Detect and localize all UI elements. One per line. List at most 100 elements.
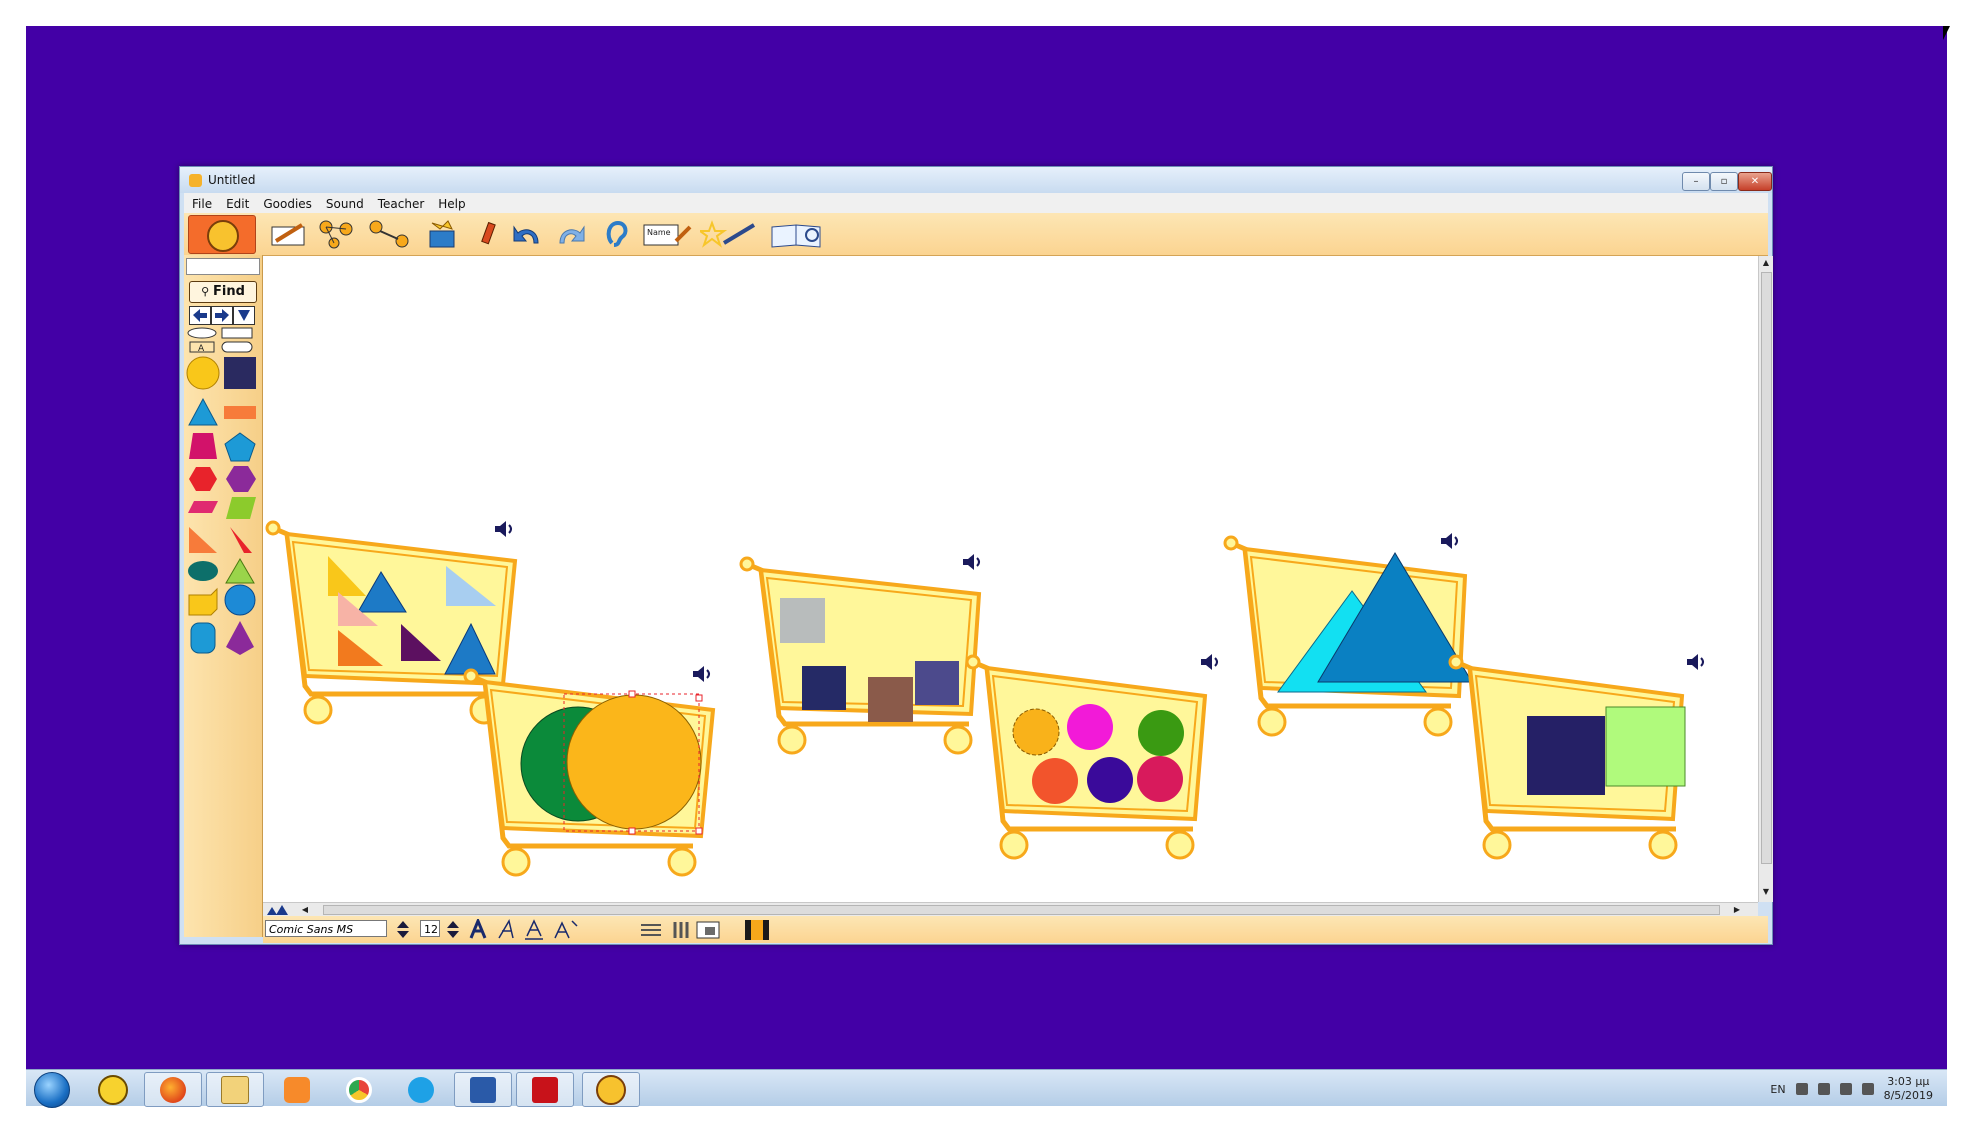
previous-button[interactable] <box>189 306 211 325</box>
columns-icon[interactable] <box>671 920 691 940</box>
navy-square-symbol[interactable] <box>224 357 256 389</box>
underline-icon[interactable] <box>525 919 543 940</box>
speaker-icon[interactable] <box>693 666 710 682</box>
yellow-circle-symbol[interactable] <box>186 356 220 390</box>
speaker-icon[interactable] <box>495 521 512 537</box>
scroll-down-icon[interactable]: ▼ <box>1760 886 1772 898</box>
purple-pyramid-symbol[interactable] <box>226 621 254 655</box>
draw-tool-button[interactable] <box>266 219 310 249</box>
maximize-button[interactable]: ▫ <box>1710 172 1738 191</box>
light-green-square[interactable] <box>1605 706 1686 787</box>
green-circle-small[interactable] <box>1138 710 1184 756</box>
orange-right-triangle-symbol[interactable] <box>189 527 217 553</box>
selection-handle[interactable] <box>695 694 703 702</box>
symbol-search-input[interactable] <box>186 258 260 275</box>
font-name-field[interactable]: Comic Sans MS <box>265 920 387 937</box>
size-up-down-icon[interactable] <box>444 919 462 940</box>
next-button[interactable] <box>211 306 233 325</box>
horizontal-scroll-thumb[interactable] <box>323 905 1720 915</box>
taskbar-skype[interactable] <box>392 1072 450 1107</box>
listen-button[interactable] <box>602 219 632 249</box>
tray-keyboard-icon[interactable] <box>1795 1083 1808 1095</box>
align-icon[interactable] <box>639 921 663 939</box>
selection-handle[interactable] <box>628 827 636 835</box>
teal-ellipse-symbol[interactable] <box>188 561 218 581</box>
shopping-cart-3[interactable] <box>739 556 982 755</box>
bold-icon[interactable] <box>469 919 487 939</box>
vertical-scrollbar[interactable]: ▲ ▼ <box>1758 256 1773 902</box>
yellow-cube-symbol[interactable] <box>188 587 218 616</box>
blue-triangle-symbol[interactable] <box>188 397 218 426</box>
navy-square[interactable] <box>802 666 846 710</box>
menu-file[interactable]: File <box>184 193 218 213</box>
taskbar-transfer[interactable] <box>84 1072 142 1107</box>
shopping-cart-5[interactable] <box>1223 535 1473 737</box>
tray-network-icon[interactable] <box>1817 1083 1830 1095</box>
magenta-circle[interactable] <box>1067 704 1113 750</box>
magic-wand-button[interactable] <box>700 219 758 249</box>
menu-help[interactable]: Help <box>430 193 471 213</box>
italic-icon[interactable] <box>498 919 514 939</box>
shopping-cart-4[interactable] <box>965 654 1208 860</box>
blue-sphere-symbol[interactable] <box>224 584 256 616</box>
font-up-down-icon[interactable] <box>394 919 412 940</box>
menu-sound[interactable]: Sound <box>318 193 370 213</box>
speaker-icon[interactable] <box>963 554 980 570</box>
picture-frame-icon[interactable] <box>695 919 721 941</box>
blue-cylinder-symbol[interactable] <box>190 622 216 654</box>
blue-pentagon-symbol[interactable] <box>224 432 256 462</box>
vertical-scroll-thumb[interactable] <box>1761 272 1772 864</box>
menu-goodies[interactable]: Goodies <box>255 193 318 213</box>
name-tool-button[interactable]: Name <box>642 219 694 249</box>
red-triangle-symbol[interactable] <box>230 527 252 553</box>
indigo-circle[interactable] <box>1087 757 1133 803</box>
scroll-right-icon[interactable]: ▶ <box>1731 904 1743 916</box>
taskbar-kidspiration[interactable] <box>582 1072 640 1107</box>
rounded-rect-outline-symbol[interactable] <box>221 341 253 353</box>
scroll-left-icon[interactable]: ◀ <box>299 904 311 916</box>
oval-outline-symbol[interactable] <box>187 327 217 339</box>
speaker-icon[interactable] <box>1201 654 1218 670</box>
taskbar-firefox[interactable] <box>144 1072 202 1107</box>
brown-square[interactable] <box>868 677 913 722</box>
shopping-cart-1[interactable] <box>265 520 518 725</box>
connect-tool-button[interactable] <box>316 219 356 249</box>
orange-circle-small[interactable] <box>1012 708 1060 756</box>
book-button[interactable] <box>768 219 826 249</box>
pink-parallelogram-symbol[interactable] <box>188 501 218 513</box>
crimson-circle[interactable] <box>1137 756 1183 802</box>
shopping-cart-2[interactable] <box>463 668 716 877</box>
selection-handle[interactable] <box>628 690 636 698</box>
selection-handle[interactable] <box>695 827 703 835</box>
link-tool-button[interactable] <box>366 219 412 249</box>
scroll-up-icon[interactable]: ▲ <box>1760 257 1772 269</box>
category-dropdown-button[interactable] <box>233 306 255 325</box>
close-button[interactable]: ✕ <box>1738 172 1772 191</box>
title-bar[interactable]: Untitled – ▫ ✕ <box>180 167 1772 193</box>
red-hexagon-symbol[interactable] <box>189 467 217 491</box>
taskbar-word[interactable] <box>454 1072 512 1107</box>
horizontal-scrollbar[interactable]: ◀ ▶ <box>263 902 1758 917</box>
start-orb-icon[interactable] <box>34 1072 70 1108</box>
gray-square[interactable] <box>780 598 825 643</box>
orange-rectangle-symbol[interactable] <box>224 406 256 419</box>
taskbar-explorer[interactable] <box>206 1072 264 1107</box>
redo-button[interactable] <box>554 219 588 249</box>
superscript-icon[interactable] <box>554 920 578 939</box>
navy-square-large[interactable] <box>1527 716 1605 795</box>
undo-button[interactable] <box>510 219 544 249</box>
drawing-canvas[interactable] <box>263 256 1758 902</box>
box-tool-button[interactable] <box>424 219 464 249</box>
shopping-cart-6[interactable] <box>1448 654 1686 860</box>
rectangle-outline-symbol[interactable] <box>221 327 253 339</box>
taskbar-chrome[interactable] <box>330 1072 388 1107</box>
taskbar-media-player[interactable] <box>268 1072 326 1107</box>
language-indicator[interactable]: EN <box>1770 1083 1785 1096</box>
green-triangle-symbol[interactable] <box>225 558 255 584</box>
zoom-triangles-icon[interactable] <box>265 904 295 916</box>
clock[interactable]: 3:03 μμ 8/5/2019 <box>1884 1075 1933 1103</box>
color-fill-icon[interactable] <box>743 918 771 942</box>
minimize-button[interactable]: – <box>1682 172 1710 191</box>
magenta-trapezoid-symbol[interactable] <box>189 433 217 459</box>
red-orange-circle[interactable] <box>1032 758 1078 804</box>
